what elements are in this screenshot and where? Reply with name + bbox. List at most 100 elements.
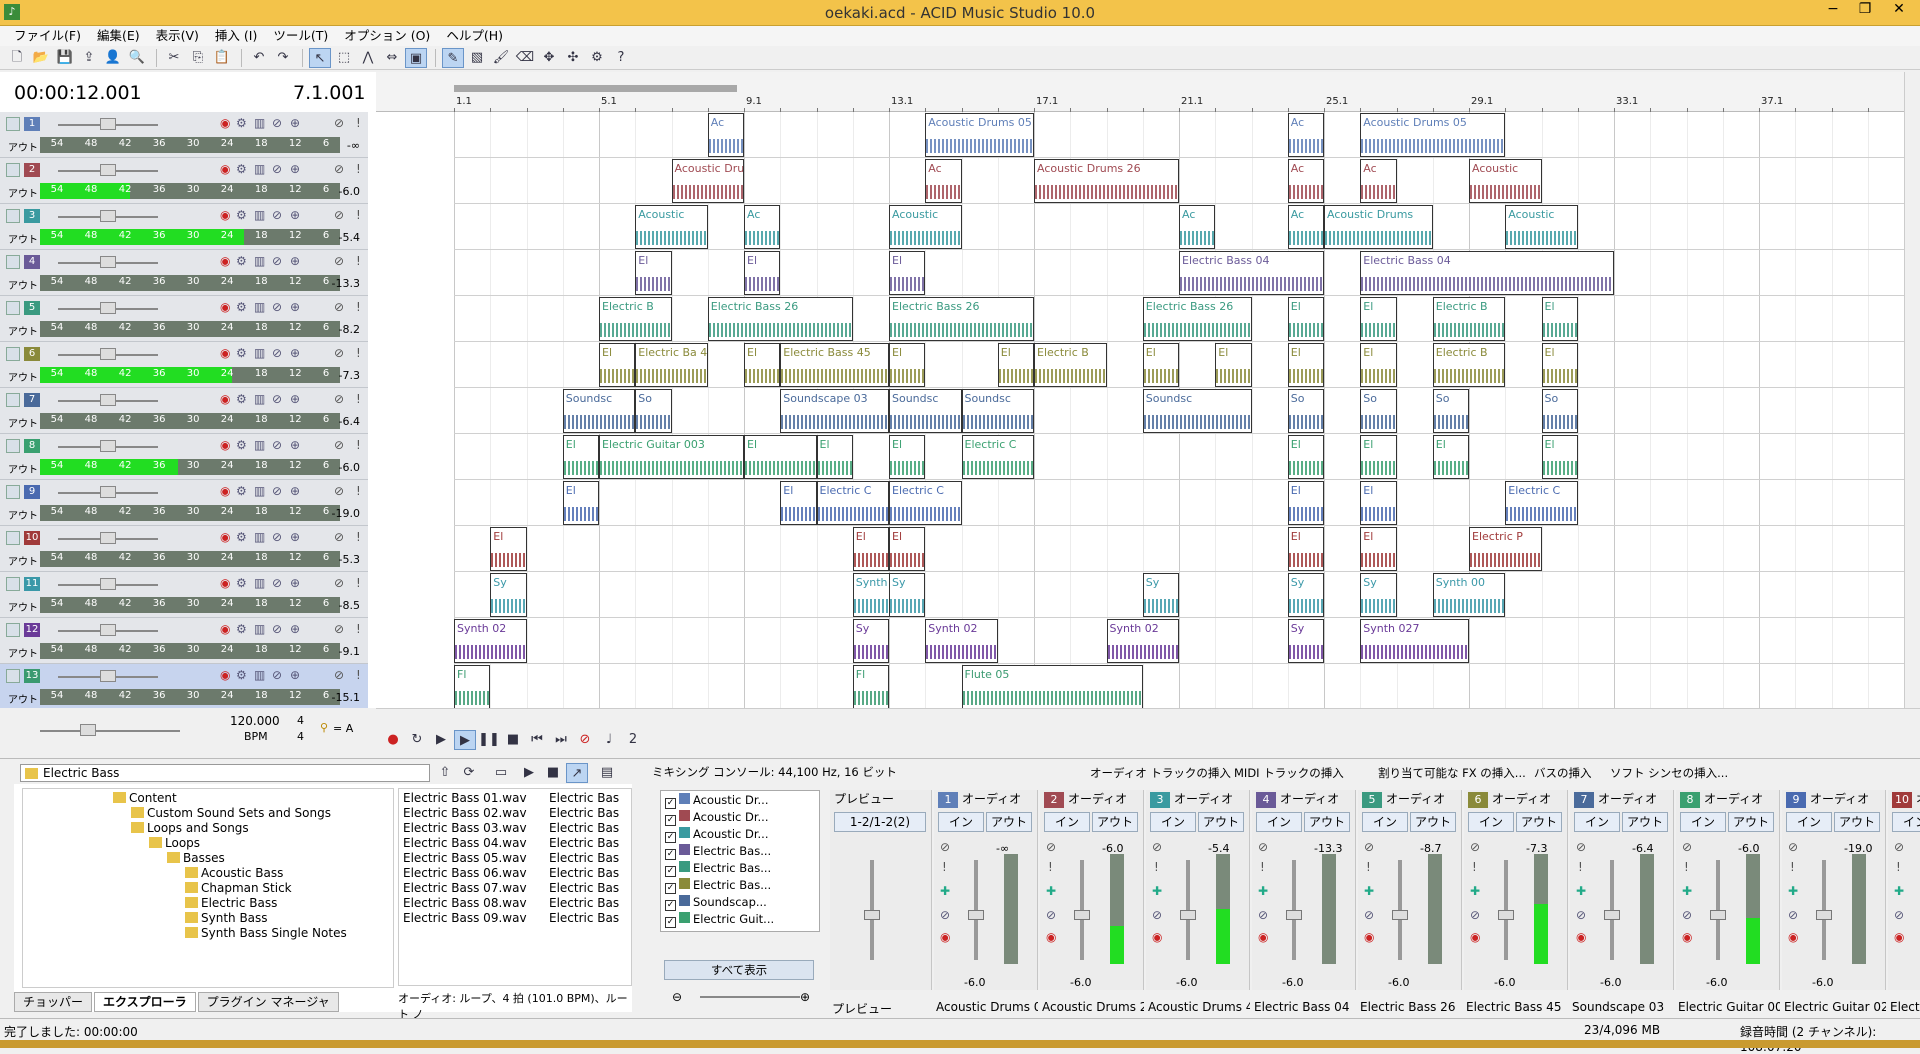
- track-header[interactable]: 8 ◉ ⚙ ▥ ⊘ ⊕ ⊘! アウト 54 48 42 36 30 24 18 12 6 -6.0: [0, 434, 368, 480]
- track-view[interactable]: 1.15.19.113.117.121.125.129.133.137.141.…: [376, 72, 1904, 708]
- tree-node[interactable]: Basses: [167, 851, 225, 865]
- preview-fader[interactable]: [864, 910, 880, 920]
- envelope-icon[interactable]: ▥: [254, 346, 265, 360]
- solo-icon[interactable]: !: [356, 530, 361, 544]
- cut-icon[interactable]: ✂: [163, 48, 185, 68]
- strip-mute-icon[interactable]: ⊘: [1258, 840, 1268, 854]
- track-handle-icon[interactable]: [6, 209, 20, 223]
- volume-knob[interactable]: [100, 394, 116, 406]
- audio-clip[interactable]: Acoustic Drums 26: [1034, 159, 1179, 203]
- fader-knob[interactable]: [1286, 910, 1302, 920]
- automation-icon[interactable]: ⊘: [272, 392, 282, 406]
- file-item[interactable]: Electric Bass 06.wav: [403, 866, 527, 880]
- audio-clip[interactable]: Electric B: [1432, 297, 1506, 341]
- strip-solo-icon[interactable]: !: [1790, 860, 1795, 874]
- file-item[interactable]: Electric Bas: [549, 791, 619, 805]
- mixer-action[interactable]: ソフト シンセの挿入...: [1610, 765, 1728, 781]
- menu-item[interactable]: ヘルプ(H): [438, 26, 511, 46]
- envelope-icon[interactable]: ▥: [254, 622, 265, 636]
- output-button[interactable]: アウト: [1622, 812, 1668, 832]
- envelope-icon[interactable]: ▥: [254, 576, 265, 590]
- strip-fx-icon[interactable]: ✚: [1576, 884, 1586, 898]
- menu-item[interactable]: オプション (O): [336, 26, 438, 46]
- record-arm-icon[interactable]: ◉: [220, 622, 230, 636]
- strip-record-arm-icon[interactable]: ◉: [1152, 930, 1162, 944]
- fader-knob[interactable]: [1604, 910, 1620, 920]
- audio-clip[interactable]: El: [1541, 297, 1578, 341]
- input-button[interactable]: イン: [1786, 812, 1832, 832]
- strip-automation-icon[interactable]: ⊘: [1894, 908, 1904, 922]
- audio-clip[interactable]: El: [1215, 343, 1252, 387]
- automation-icon[interactable]: ⊘: [272, 668, 282, 682]
- loop-playback-icon[interactable]: ↻: [406, 730, 428, 750]
- mute-icon[interactable]: ⊘: [334, 530, 344, 544]
- strip-solo-icon[interactable]: !: [1578, 860, 1583, 874]
- audio-clip[interactable]: Acoustic: [1505, 205, 1578, 249]
- record-arm-icon[interactable]: ◉: [220, 116, 230, 130]
- volume-knob[interactable]: [100, 624, 116, 636]
- fx-icon[interactable]: ⚙: [236, 116, 247, 130]
- mixer-list-item[interactable]: ✓ Electric Bas...: [665, 844, 771, 860]
- audio-clip[interactable]: El: [780, 481, 817, 525]
- preview-stop-icon[interactable]: ■: [542, 763, 564, 783]
- audio-clip[interactable]: El: [1287, 527, 1324, 571]
- solo-icon[interactable]: !: [356, 162, 361, 176]
- restore-button[interactable]: ❐: [1850, 0, 1880, 20]
- audio-clip[interactable]: Electric C: [961, 435, 1034, 479]
- checkbox[interactable]: ✓: [665, 832, 676, 843]
- strip-fx-icon[interactable]: ✚: [940, 884, 950, 898]
- fx-icon[interactable]: ⚙: [236, 484, 247, 498]
- insert-fx-icon[interactable]: ⊕: [290, 162, 300, 176]
- audio-clip[interactable]: Soundscape 03: [780, 389, 889, 433]
- audio-clip[interactable]: El: [490, 527, 527, 571]
- checkbox[interactable]: ✓: [665, 849, 676, 860]
- envelope-icon[interactable]: ▥: [254, 254, 265, 268]
- audio-clip[interactable]: So: [635, 389, 672, 433]
- undo-icon[interactable]: ↶: [248, 48, 270, 68]
- fx-icon[interactable]: ⚙: [236, 668, 247, 682]
- strip-record-arm-icon[interactable]: ◉: [1364, 930, 1374, 944]
- strip-solo-icon[interactable]: !: [1896, 860, 1901, 874]
- tree-node[interactable]: Electric Bass: [185, 896, 277, 910]
- tree-node[interactable]: Content: [113, 791, 177, 805]
- redo-icon[interactable]: ↷: [272, 48, 294, 68]
- select-rect-icon[interactable]: ▧: [466, 48, 488, 68]
- mixer-list-item[interactable]: ✓ Acoustic Dr...: [665, 827, 768, 843]
- insert-fx-icon[interactable]: ⊕: [290, 300, 300, 314]
- solo-icon[interactable]: !: [356, 116, 361, 130]
- file-item[interactable]: Electric Bass 03.wav: [403, 821, 527, 835]
- input-button[interactable]: イン: [1150, 812, 1196, 832]
- automation-icon[interactable]: ⊘: [272, 346, 282, 360]
- fader-knob[interactable]: [1816, 910, 1832, 920]
- track-handle-icon[interactable]: [6, 485, 20, 499]
- volume-knob[interactable]: [100, 118, 116, 130]
- master-volume-slider[interactable]: [40, 730, 180, 732]
- file-item[interactable]: Electric Bas: [549, 881, 619, 895]
- fx-icon[interactable]: ⚙: [236, 438, 247, 452]
- audio-clip[interactable]: Sy: [1287, 619, 1324, 663]
- checkbox[interactable]: ✓: [665, 900, 676, 911]
- mute-icon[interactable]: ⊘: [334, 668, 344, 682]
- tree-node[interactable]: Chapman Stick: [185, 881, 292, 895]
- track-handle-icon[interactable]: [6, 393, 20, 407]
- loop-icon[interactable]: ▣: [405, 47, 427, 68]
- track-lane[interactable]: [454, 664, 1904, 708]
- input-button[interactable]: イン: [1362, 812, 1408, 832]
- mixer-list-item[interactable]: ✓ Electric Guit...: [665, 912, 774, 928]
- audio-clip[interactable]: Synth 02: [454, 619, 527, 663]
- track-lane[interactable]: [454, 526, 1904, 572]
- strip-record-arm-icon[interactable]: ◉: [1258, 930, 1268, 944]
- audio-clip[interactable]: Soundsc: [1142, 389, 1252, 433]
- track-header[interactable]: 12 ◉ ⚙ ▥ ⊘ ⊕ ⊘! アウト 54 48 42 36 30 24 18 12 6 -9.1: [0, 618, 368, 664]
- scrub-icon[interactable]: ✥: [538, 48, 560, 68]
- mute-icon[interactable]: ⊘: [334, 254, 344, 268]
- zoom-in-icon[interactable]: ⊕: [800, 990, 810, 1004]
- track-lane[interactable]: [454, 112, 1904, 158]
- envelope-icon[interactable]: ▥: [254, 116, 265, 130]
- track-handle-icon[interactable]: [6, 577, 20, 591]
- audio-clip[interactable]: Ac: [1287, 159, 1324, 203]
- strip-solo-icon[interactable]: !: [1260, 860, 1265, 874]
- audio-clip[interactable]: El: [816, 435, 853, 479]
- fader-knob[interactable]: [1074, 910, 1090, 920]
- help-pointer-icon[interactable]: ?: [610, 48, 632, 68]
